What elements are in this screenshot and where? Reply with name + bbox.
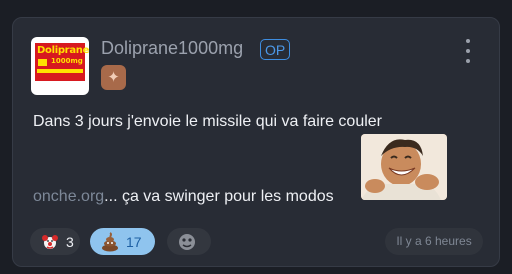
rank-badge: ✦: [101, 65, 126, 90]
avatar[interactable]: Doliprane 1000mg: [31, 37, 89, 95]
avatar-brand: Doliprane: [37, 45, 89, 56]
username[interactable]: Doliprane1000mg: [101, 38, 243, 59]
timestamp: Il y a 6 heures: [385, 228, 483, 255]
reaction-clown-button[interactable]: 3: [30, 228, 80, 255]
message-line-2-text: ... ça va swinger pour les modos: [104, 188, 334, 205]
message-line-2: onche.org... ça va swinger pour les modo…: [33, 188, 334, 206]
onche-link[interactable]: onche.org: [33, 188, 104, 205]
reaction-poop-button[interactable]: 17: [90, 228, 155, 255]
avatar-box-icon: [38, 59, 47, 66]
reaction-face-button[interactable]: [167, 228, 211, 255]
op-badge: OP: [260, 39, 291, 60]
reaction-count: 17: [126, 233, 142, 250]
post-card: Doliprane 1000mg Doliprane1000mg OP ✦ Da…: [12, 17, 500, 267]
laughing-man-sticker: [361, 134, 447, 200]
clown-icon: [42, 234, 58, 249]
face-icon: [179, 233, 195, 250]
avatar-strip: [37, 69, 83, 73]
message-line-1: Dans 3 jours j'envoie le missile qui va …: [33, 113, 382, 130]
star-rank-icon: ✦: [107, 68, 120, 86]
reaction-count: 3: [66, 233, 74, 250]
poop-icon: [102, 231, 118, 251]
avatar-dose: 1000mg: [51, 57, 83, 65]
more-options-icon[interactable]: [461, 39, 475, 63]
